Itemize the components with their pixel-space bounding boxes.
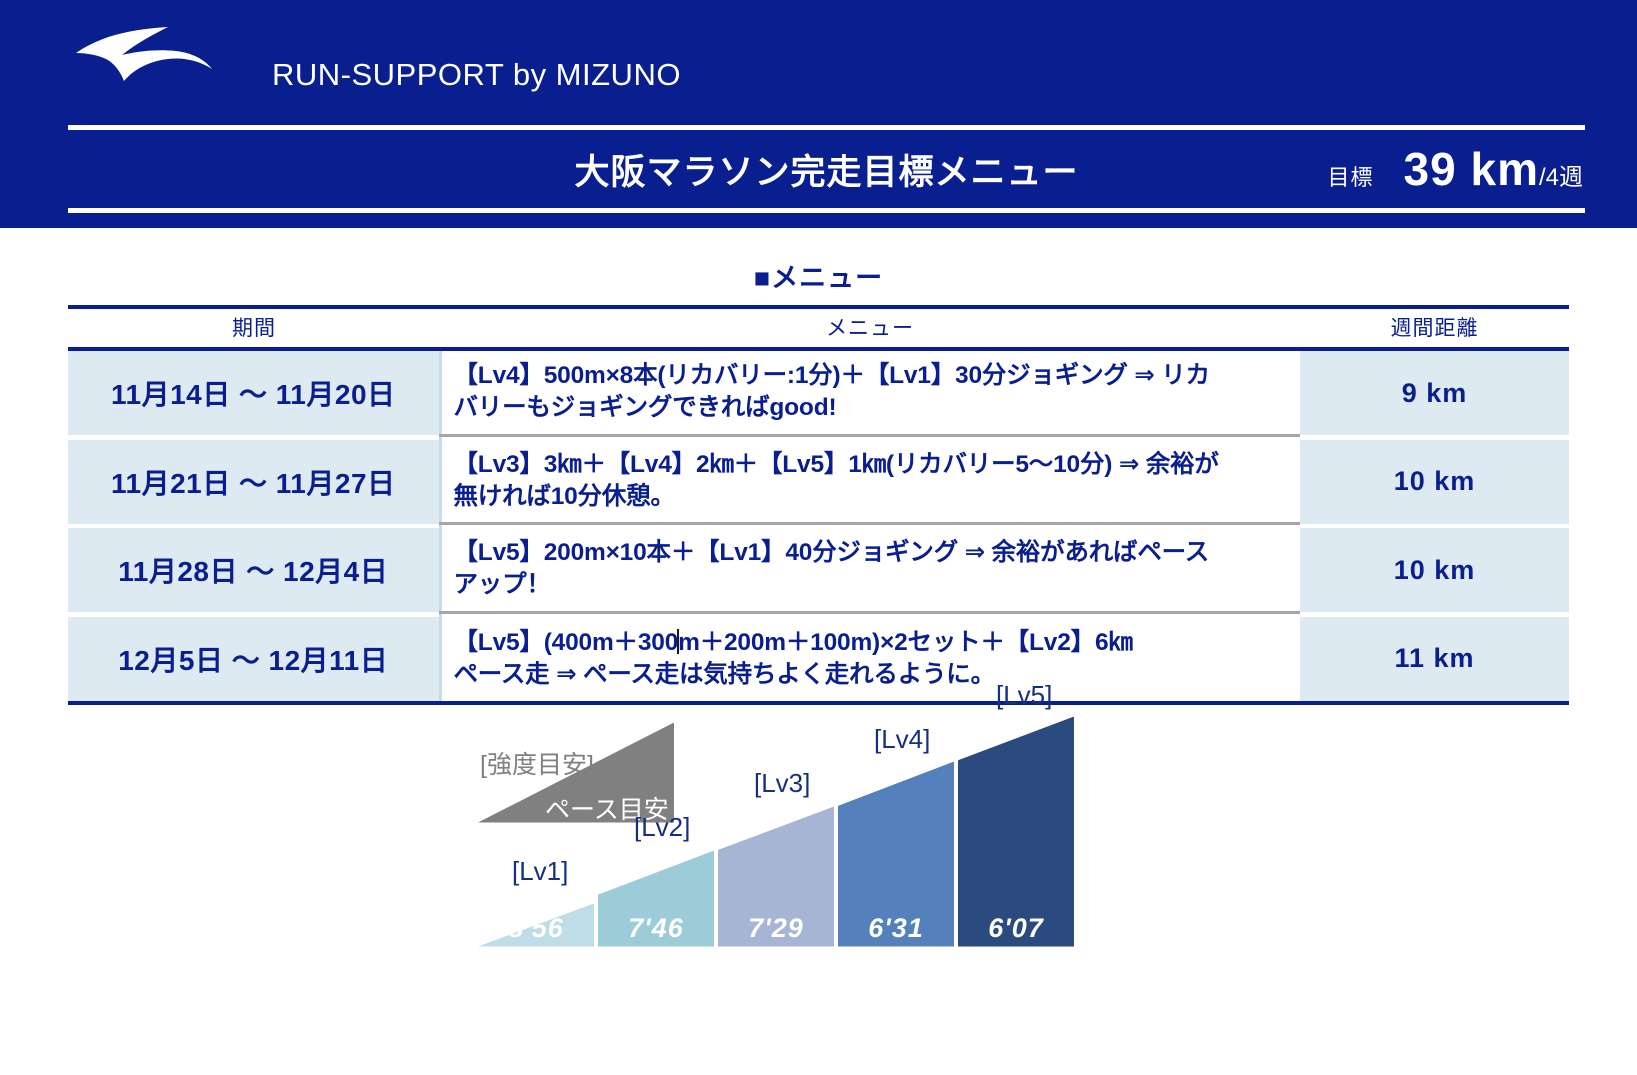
menu-line-1: 【Lv4】500m×8本(リカバリー:1分)＋【Lv1】30分ジョギング ⇒ リ…: [453, 362, 1211, 390]
chart-category-label-lv2: [Lv2]: [634, 811, 691, 842]
header-rule-bottom: [68, 208, 1585, 213]
table-header-row: 期間 メニュー 週間距離: [68, 305, 1569, 351]
cell-period: 11月21日 ～ 11月27日: [68, 439, 440, 524]
cell-period: 11月28日 ～ 12月4日: [68, 528, 440, 612]
menu-line-1: 【Lv3】3㎞＋【Lv4】2㎞＋【Lv5】1㎞(リカバリー5〜10分) ⇒ 余裕…: [453, 450, 1219, 478]
cell-period: 12月5日 ～ 12月11日: [68, 616, 440, 701]
page-header: RUN-SUPPORT by MIZUNO 大阪マラソン完走目標メニュー 目標 …: [0, 0, 1637, 228]
chart-bar-lv5: 6'07: [958, 716, 1074, 947]
brand-title: RUN-SUPPORT by MIZUNO: [272, 57, 681, 92]
chart-bars-area: 8'56 [Lv1] 7'46 [Lv2] 7'29 [Lv3] 6'31 [L…: [478, 680, 1086, 947]
goal-label: 目標: [1327, 165, 1374, 190]
cell-menu: 【Lv5】200m×10本＋【Lv1】40分ジョギング ⇒ 余裕があればペース …: [438, 528, 1300, 614]
menu-line-1-part-a: 【Lv5】(400m＋300: [453, 628, 679, 656]
menu-line-2: ペース走 ⇒ ペース走は気持ちよく走れるように。: [453, 660, 996, 688]
cell-distance: 10 km: [1300, 439, 1569, 524]
chart-category-label-lv5: [Lv5]: [996, 679, 1053, 710]
menu-table: 期間 メニュー 週間距離 11月14日 ～ 11月20日 【Lv4】500m×8…: [68, 305, 1569, 701]
chart-bar-lv4: 6'31: [838, 761, 954, 947]
menu-line-2: バリーもジョギングできればgood!: [453, 394, 837, 422]
menu-line-1: 【Lv5】200m×10本＋【Lv1】40分ジョギング ⇒ 余裕があればペース: [453, 539, 1210, 567]
bar-pace-label: 6'31: [868, 912, 924, 943]
chart-category-label-lv1: [Lv1]: [512, 855, 569, 886]
goal-unit: /4週: [1538, 164, 1583, 191]
cell-menu: 【Lv3】3㎞＋【Lv4】2㎞＋【Lv5】1㎞(リカバリー5〜10分) ⇒ 余裕…: [438, 439, 1300, 525]
menu-line-2: 無ければ10分休憩。: [453, 482, 675, 510]
menu-table-wrapper: 期間 メニュー 週間距離 11月14日 ～ 11月20日 【Lv4】500m×8…: [68, 305, 1569, 701]
table-row: 11月14日 ～ 11月20日 【Lv4】500m×8本(リカバリー:1分)＋【…: [68, 349, 1569, 437]
table-row: 11月21日 ～ 11月27日 【Lv3】3㎞＋【Lv4】2㎞＋【Lv5】1㎞(…: [68, 439, 1569, 525]
column-header-period: 期間: [68, 305, 440, 351]
chart-bar-lv3: 7'29: [718, 806, 834, 947]
header-rule-top: [68, 125, 1585, 130]
goal-value: 39 km: [1403, 143, 1539, 195]
cell-distance: 10 km: [1300, 528, 1569, 612]
chart-category-label-lv3: [Lv3]: [754, 767, 811, 798]
bar-pace-label: 7'29: [748, 912, 804, 943]
cell-period: 11月14日 ～ 11月20日: [68, 349, 440, 435]
chart-bar-lv2: 7'46: [598, 850, 714, 947]
column-header-distance: 週間距離: [1300, 305, 1569, 351]
chart-category-label-lv4: [Lv4]: [874, 723, 931, 754]
table-row: 12月5日 ～ 12月11日 【Lv5】(400m＋300m＋200m＋100m…: [68, 616, 1569, 701]
table-row: 11月28日 ～ 12月4日 【Lv5】200m×10本＋【Lv1】40分ジョギ…: [68, 528, 1569, 614]
column-header-menu: メニュー: [440, 305, 1300, 351]
menu-line-1-part-b: m＋200m＋100m)×2セット＋【Lv2】6㎞: [678, 628, 1133, 656]
cell-distance: 11 km: [1300, 616, 1569, 701]
mizuno-runbird-logo-icon: [72, 25, 222, 87]
cell-distance: 9 km: [1300, 349, 1569, 435]
menu-section-heading: ■メニュー: [753, 263, 884, 293]
cell-menu: 【Lv4】500m×8本(リカバリー:1分)＋【Lv1】30分ジョギング ⇒ リ…: [438, 349, 1300, 437]
cell-menu: 【Lv5】(400m＋300m＋200m＋100m)×2セット＋【Lv2】6㎞ …: [438, 616, 1300, 701]
header-title-row: 大阪マラソン完走目標メニュー 目標 39 km /4週: [68, 134, 1585, 204]
menu-line-2: アップ！: [453, 571, 551, 599]
bar-pace-label: 7'46: [628, 912, 684, 943]
bar-pace-label: 8'56: [508, 912, 564, 943]
chart-bar-lv1: 8'56: [478, 895, 594, 947]
goal-summary: 目標 39 km /4週: [1328, 142, 1583, 196]
intensity-pace-chart: [強度目安] ペース目安 8'56 [Lv1] 7'46 [Lv2] 7'29 …: [0, 680, 1637, 1005]
menu-table-body: 11月14日 ～ 11月20日 【Lv4】500m×8本(リカバリー:1分)＋【…: [68, 349, 1569, 701]
bar-pace-label: 6'07: [988, 912, 1044, 943]
menu-table-head: 期間 メニュー 週間距離: [68, 305, 1569, 351]
